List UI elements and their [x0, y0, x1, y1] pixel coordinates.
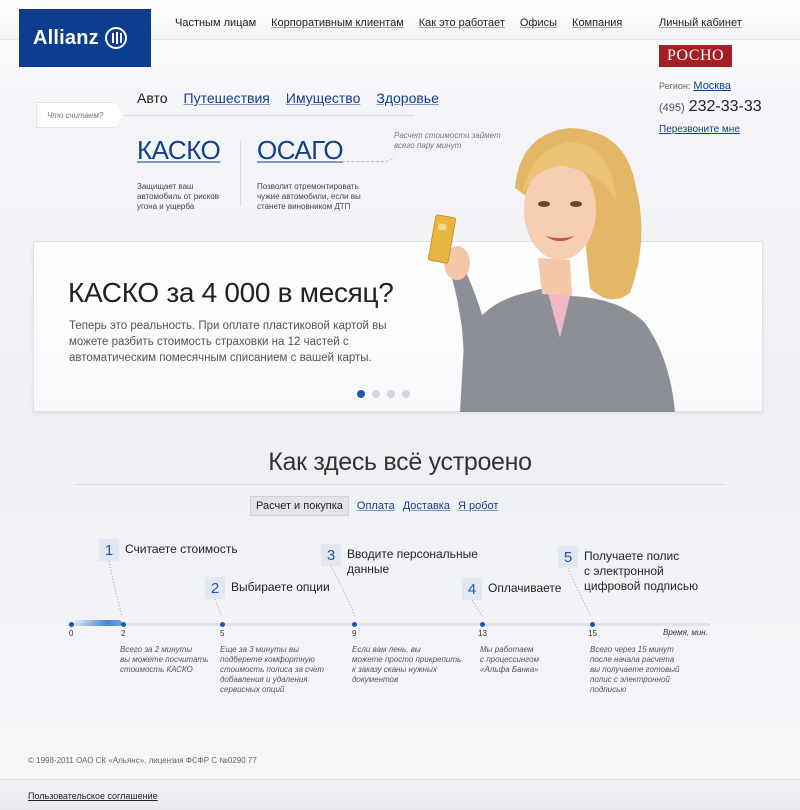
copyright: © 1998-2011 ОАО СК «Альянс», лицензия ФС… — [28, 756, 257, 765]
timeline-tick-label: 13 — [478, 629, 487, 638]
user-agreement-link[interactable]: Пользовательское соглашение — [28, 791, 158, 801]
step-leader-lines — [108, 560, 592, 617]
step-5-description: Всего через 15 минут после начала расчета… — [590, 645, 680, 694]
timeline-tick-label: 0 — [69, 629, 74, 638]
timeline-axis-label: Время, мин. — [663, 628, 708, 637]
timeline-tick — [220, 622, 225, 627]
step-4-description: Мы работаем с процессингом «Альфа Банка» — [480, 645, 540, 674]
timeline-tick — [352, 622, 357, 627]
timeline-tick — [590, 622, 595, 627]
timeline-tick-label: 5 — [220, 629, 225, 638]
timeline-track — [68, 623, 710, 626]
step-1-description: Всего за 2 минуты вы можете посчитать стои… — [120, 645, 209, 674]
timeline-tick — [69, 622, 74, 627]
timeline-tick-label: 15 — [588, 629, 597, 638]
timeline-progress — [72, 620, 122, 626]
step-3-description: Если вам лень, вы можете просто прикрепит… — [352, 645, 462, 684]
step-2-description: Еще за 3 минуты вы подберете комфортную ст… — [220, 645, 325, 694]
timeline-tick — [480, 622, 485, 627]
timeline-tick-label: 9 — [352, 629, 357, 638]
timeline-tick — [121, 622, 126, 627]
timeline-tick-label: 2 — [121, 629, 126, 638]
